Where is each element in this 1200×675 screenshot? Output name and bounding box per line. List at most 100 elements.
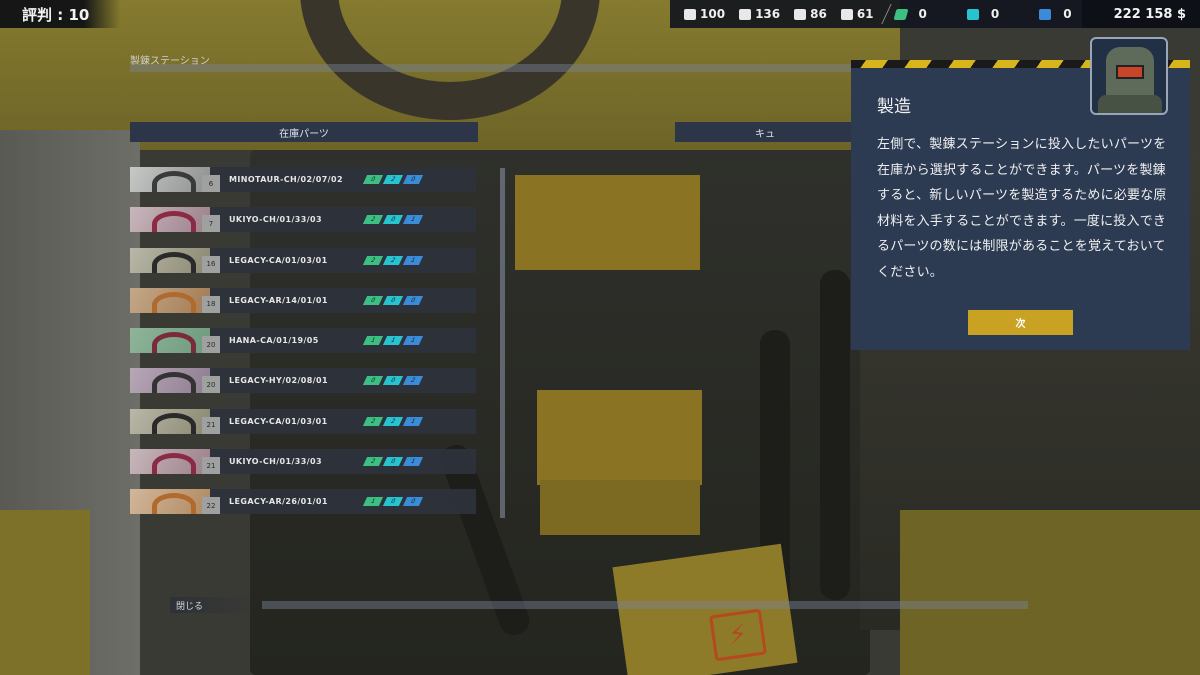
chip-blue: 1 xyxy=(402,215,424,225)
list-item[interactable]: 21 UKIYO-CH/01/33/03 2 0 1 xyxy=(130,449,476,475)
chip-blue: 1 xyxy=(402,457,424,467)
part-quantity: 22 xyxy=(202,497,220,515)
warning-plate xyxy=(612,543,798,675)
part-material-chips: 0 0 2 xyxy=(362,376,424,386)
list-item[interactable]: 20 HANA-CA/01/19/05 1 1 1 xyxy=(130,328,476,354)
chip-blue: 1 xyxy=(402,255,424,265)
list-item[interactable]: 20 LEGACY-HY/02/08/01 0 0 2 xyxy=(130,368,476,394)
crate-icon xyxy=(684,8,696,20)
chip-blue: 1 xyxy=(402,336,424,346)
character-portrait xyxy=(1090,37,1168,115)
tab-inventory-parts[interactable]: 在庫パーツ xyxy=(130,122,478,142)
chip-cyan: 0 xyxy=(382,497,404,507)
chip-cyan: 0 xyxy=(382,457,404,467)
material-value: 0 xyxy=(990,7,1000,21)
part-name: LEGACY-CA/01/03/01 xyxy=(229,255,328,265)
divider xyxy=(880,4,892,24)
part-material-chips: 2 2 1 xyxy=(362,416,424,426)
part-quantity: 7 xyxy=(202,215,220,233)
book-icon xyxy=(739,8,752,20)
cyan-material-icon xyxy=(966,8,979,20)
chip-cyan: 0 xyxy=(382,295,404,305)
part-thumbnail xyxy=(130,207,210,233)
close-button[interactable]: 閉じる xyxy=(170,597,260,613)
inventory-scrollbar[interactable] xyxy=(500,168,505,518)
list-item[interactable]: 22 LEGACY-AR/26/01/01 1 0 0 xyxy=(130,489,476,515)
resource-value: 86 xyxy=(810,7,827,21)
blue-material-icon xyxy=(1039,8,1052,20)
list-item[interactable]: 16 LEGACY-CA/01/03/01 2 2 1 xyxy=(130,247,476,273)
part-thumbnail xyxy=(130,287,210,313)
material-cyan: 0 xyxy=(966,7,1000,21)
chip-green: 2 xyxy=(362,215,384,225)
robot-visor xyxy=(1116,65,1144,79)
chip-green: 0 xyxy=(362,175,384,184)
resource-wrench: 86 xyxy=(794,7,827,21)
list-item[interactable]: 18 LEGACY-AR/14/01/01 0 0 0 xyxy=(130,287,476,313)
chip-green: 1 xyxy=(362,336,384,346)
tutorial-title: 製造 xyxy=(877,97,911,117)
part-material-chips: 0 2 0 xyxy=(362,175,424,184)
chip-green: 2 xyxy=(362,457,384,467)
resource-crate: 100 xyxy=(684,7,725,21)
list-item[interactable]: 6 MINOTAUR-CH/02/07/02 0 2 0 xyxy=(130,167,476,192)
part-quantity: 21 xyxy=(202,416,220,434)
chip-cyan: 0 xyxy=(382,376,404,386)
tutorial-text: 左側で、製錬ステーションに投入したいパーツを在庫から選択することができます。パー… xyxy=(877,137,1167,280)
cable xyxy=(820,270,850,600)
part-thumbnail xyxy=(130,368,210,394)
title-underline xyxy=(130,64,855,72)
part-quantity: 18 xyxy=(202,295,220,313)
material-green: 0 xyxy=(893,7,927,21)
floor-right xyxy=(900,510,1200,675)
chip-cyan: 2 xyxy=(382,255,404,265)
material-value: 0 xyxy=(918,7,927,21)
resource-value: 100 xyxy=(700,7,726,21)
wrench-icon xyxy=(794,8,807,20)
inventory-part-list: 6 MINOTAUR-CH/02/07/02 0 2 0 7 UKIYO-CH/… xyxy=(130,167,476,530)
list-item[interactable]: 21 LEGACY-CA/01/03/01 2 2 1 xyxy=(130,408,476,434)
part-material-chips: 1 1 1 xyxy=(362,336,424,346)
machine-hatch-middle xyxy=(537,390,702,485)
part-thumbnail xyxy=(130,408,210,434)
bottom-divider xyxy=(262,601,1028,609)
resource-gear: 61 xyxy=(840,7,874,21)
chip-cyan: 1 xyxy=(382,336,404,346)
list-item[interactable]: 7 UKIYO-CH/01/33/03 2 0 1 xyxy=(130,207,476,233)
chip-blue: 0 xyxy=(402,295,424,305)
chip-blue: 2 xyxy=(402,376,424,386)
part-name: MINOTAUR-CH/02/07/02 xyxy=(229,175,343,184)
tab-queue[interactable]: キュ xyxy=(675,122,855,142)
part-thumbnail xyxy=(130,328,210,354)
chip-cyan: 2 xyxy=(382,175,404,184)
part-material-chips: 2 2 1 xyxy=(362,255,424,265)
part-quantity: 6 xyxy=(202,175,220,192)
part-name: LEGACY-AR/26/01/01 xyxy=(229,497,328,507)
part-material-chips: 0 0 0 xyxy=(362,295,424,305)
robot-body xyxy=(1098,95,1162,113)
next-button[interactable]: 次 xyxy=(968,310,1073,335)
chip-green: 1 xyxy=(362,497,384,507)
gear-icon xyxy=(840,8,853,20)
part-quantity: 20 xyxy=(202,336,220,354)
resource-value: 136 xyxy=(755,7,781,21)
green-material-icon xyxy=(893,8,909,20)
chip-green: 0 xyxy=(362,376,384,386)
part-material-chips: 2 0 1 xyxy=(362,457,424,467)
money-display: 222 158 $ xyxy=(1082,0,1200,28)
part-quantity: 21 xyxy=(202,457,220,475)
part-material-chips: 1 0 0 xyxy=(362,497,424,507)
part-thumbnail xyxy=(130,489,210,515)
part-name: UKIYO-CH/01/33/03 xyxy=(229,215,322,225)
chip-cyan: 0 xyxy=(382,215,404,225)
resource-book: 136 xyxy=(739,7,780,21)
material-value: 0 xyxy=(1063,7,1072,21)
part-name: LEGACY-AR/14/01/01 xyxy=(229,295,328,305)
part-thumbnail xyxy=(130,247,210,273)
resource-value: 61 xyxy=(856,7,874,21)
chip-blue: 0 xyxy=(402,175,424,184)
part-quantity: 16 xyxy=(202,255,220,273)
machine-hatch-bottom xyxy=(540,480,700,535)
machine-hatch-top xyxy=(515,175,700,270)
chip-blue: 1 xyxy=(402,416,424,426)
